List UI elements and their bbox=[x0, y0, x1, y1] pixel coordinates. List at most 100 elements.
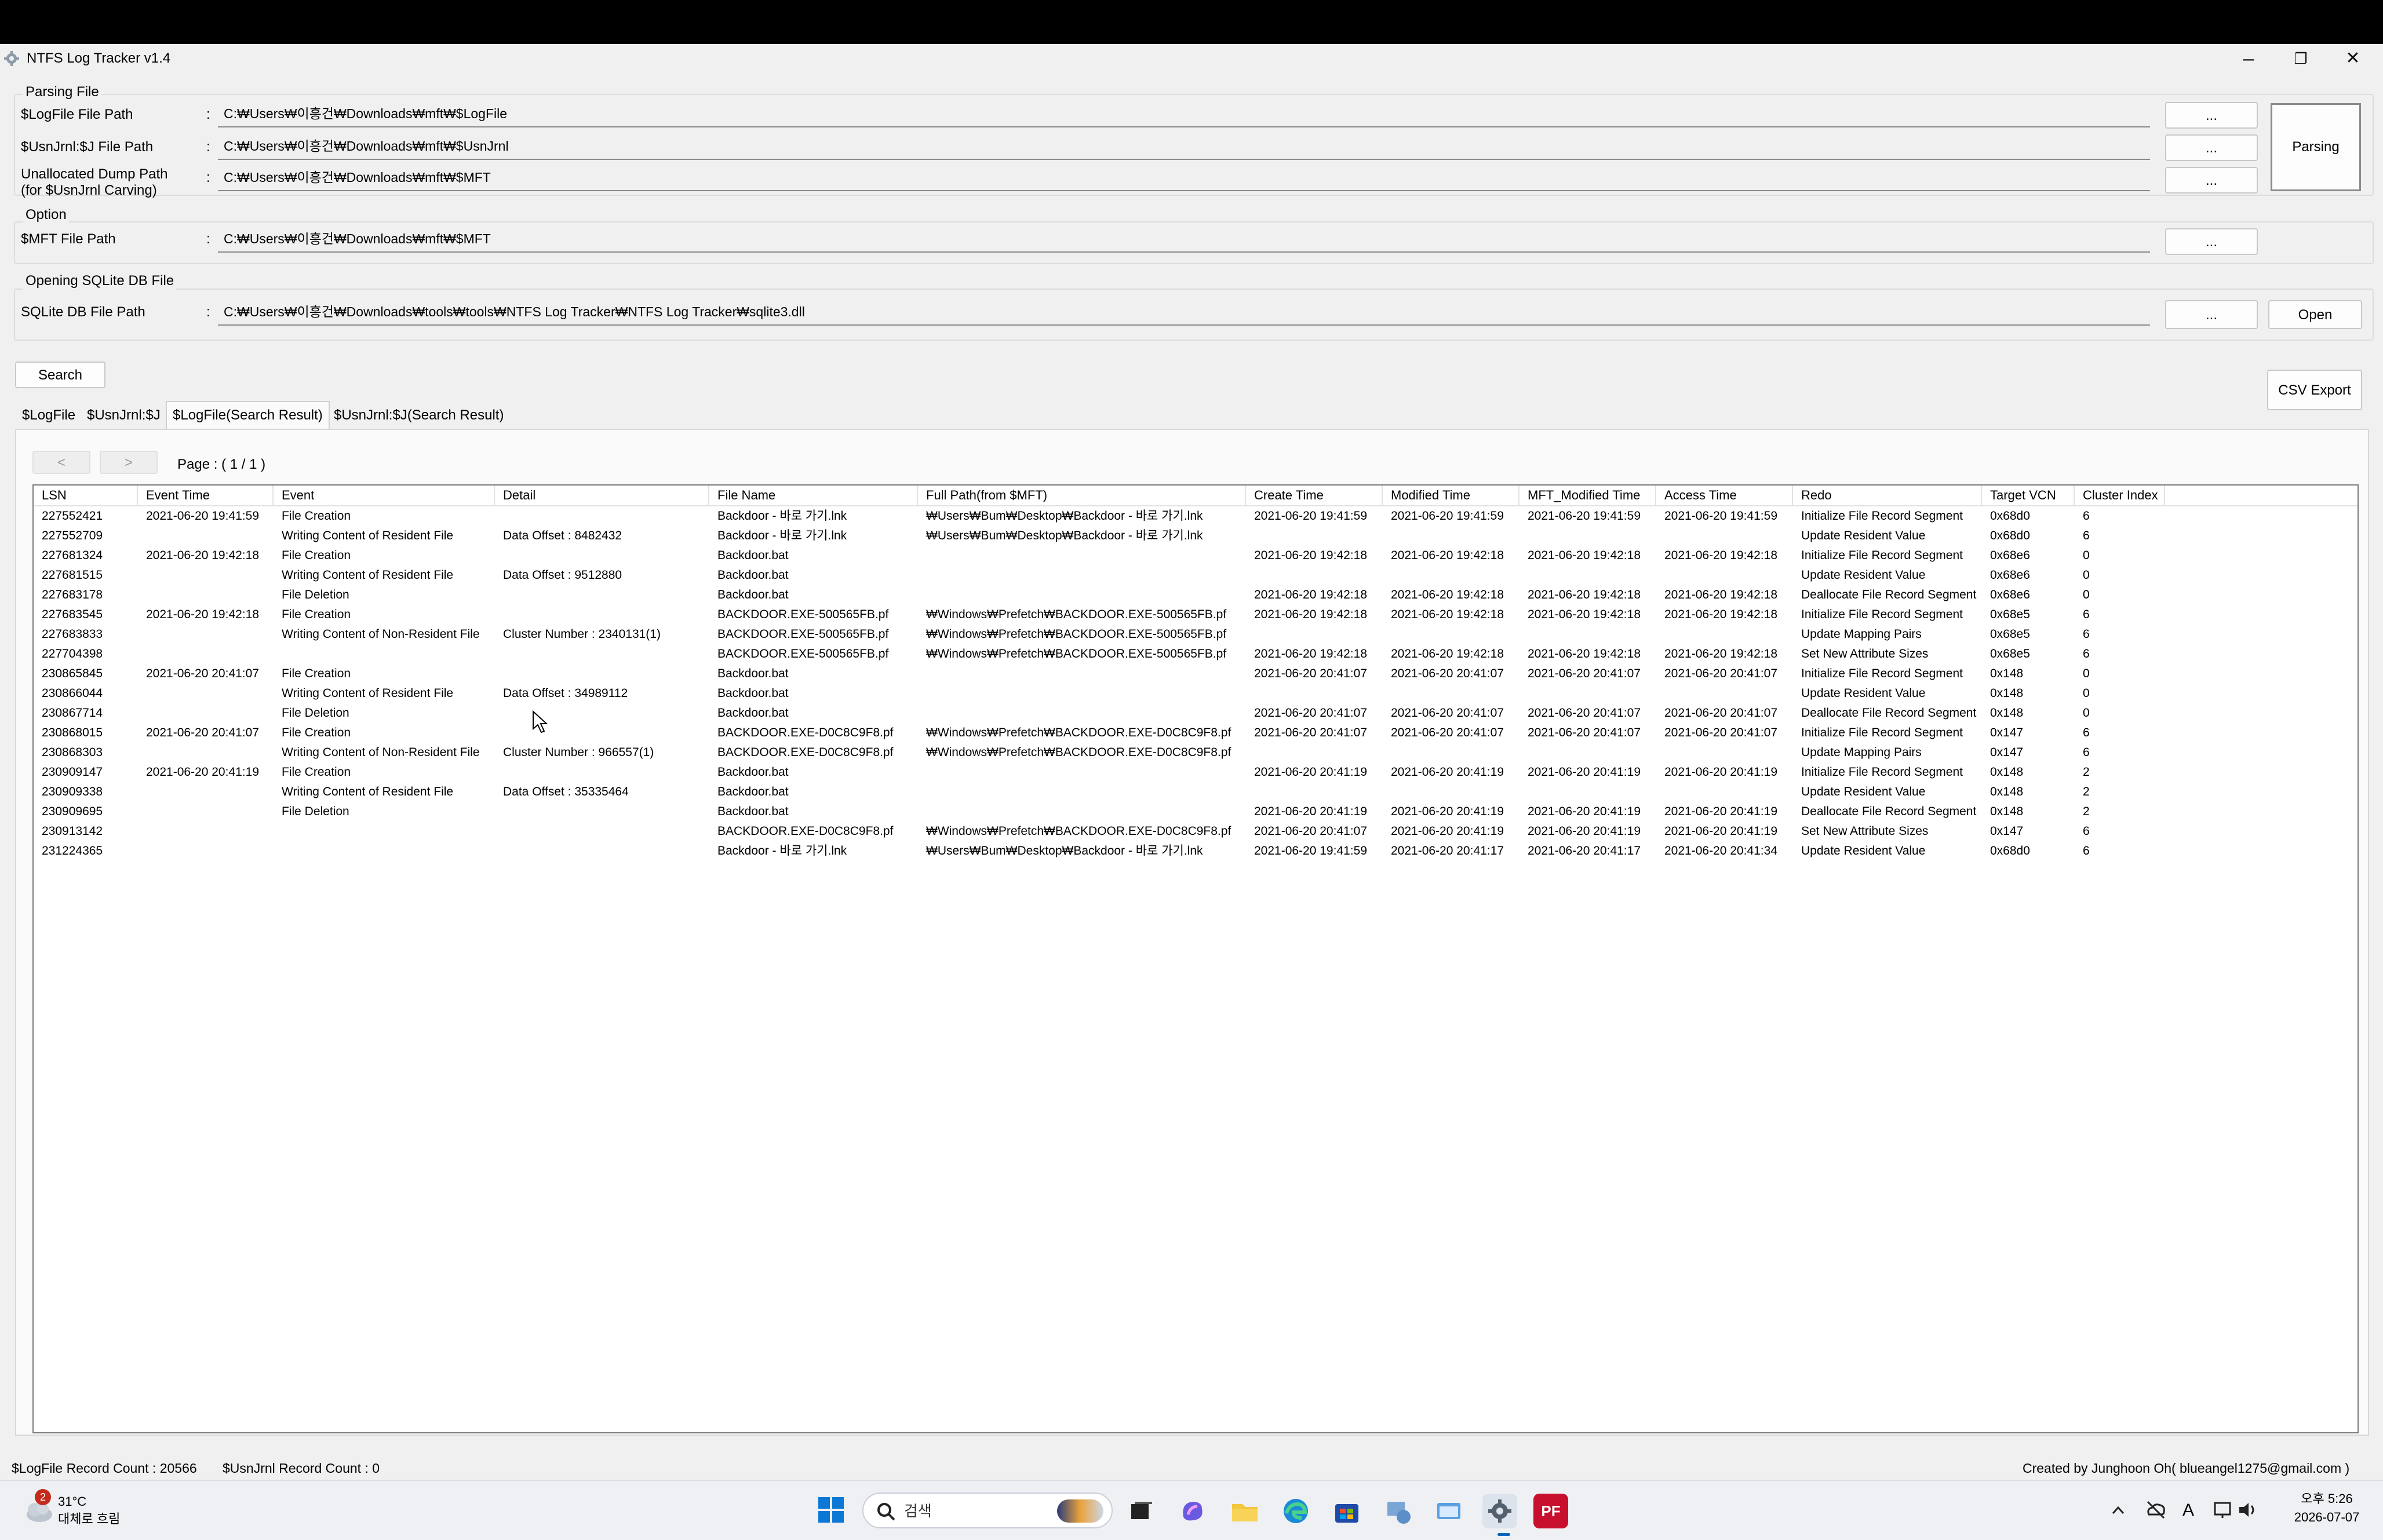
table-row[interactable]: 230865845 2021-06-20 20:41:07 File Creatio… bbox=[34, 664, 2358, 684]
table-row[interactable]: 230909147 2021-06-20 20:41:19 File Creatio… bbox=[34, 762, 2358, 782]
network-icon[interactable] bbox=[2211, 1498, 2235, 1521]
browse-unalloc-button[interactable]: ... bbox=[2165, 167, 2258, 194]
table-row[interactable]: 227704398 BACKDOOR.EXE-500565FB.pf ₩Window… bbox=[34, 644, 2358, 664]
col-header-detail[interactable]: Detail bbox=[495, 486, 709, 505]
tab-logfile-search-result[interactable]: $LogFile(Search Result) bbox=[166, 401, 330, 431]
ime-indicator[interactable]: A bbox=[2182, 1496, 2194, 1525]
cell-full-path bbox=[918, 565, 1254, 585]
unalloc-path-field[interactable]: C:₩Users₩이흥건₩Downloads₩mft₩$MFT bbox=[218, 166, 2150, 191]
cell-file-name: Backdoor - 바로 가기.lnk bbox=[717, 529, 847, 542]
col-header-lsn[interactable]: LSN bbox=[34, 486, 138, 505]
table-row[interactable]: 227683833 Writing Content of Non-Resident… bbox=[34, 625, 2358, 644]
col-header-event[interactable]: Event bbox=[274, 486, 495, 505]
volume-icon[interactable] bbox=[2236, 1498, 2259, 1521]
tab-logfile[interactable]: $LogFile bbox=[16, 402, 81, 429]
chevron-up-icon[interactable] bbox=[2109, 1496, 2127, 1534]
tab-usnjrnl[interactable]: $UsnJrnl:$J bbox=[81, 402, 166, 429]
parsing-button[interactable]: Parsing bbox=[2271, 103, 2361, 191]
browse-logfile-button[interactable]: ... bbox=[2165, 102, 2258, 129]
pdf-viewer-icon[interactable]: PF bbox=[1533, 1494, 1568, 1528]
cell-file-name: BACKDOOR.EXE-D0C8C9F8.pf bbox=[717, 746, 894, 759]
browse-sqlite-button[interactable]: ... bbox=[2165, 300, 2258, 329]
cell-access-time: 2021-06-20 19:42:18 bbox=[1664, 608, 1777, 621]
clock-time[interactable]: 오후 5:26 bbox=[2283, 1490, 2370, 1508]
network-tool-icon[interactable] bbox=[1380, 1494, 1415, 1528]
col-header-file-name[interactable]: File Name bbox=[709, 486, 918, 505]
clock-date[interactable]: 2026-07-07 bbox=[2283, 1509, 2370, 1526]
cell-cluster-index: 6 bbox=[2083, 529, 2090, 542]
cell-lsn: 230909147 bbox=[42, 765, 103, 779]
cell-event-time bbox=[138, 822, 282, 841]
col-header-cluster-index[interactable]: Cluster Index bbox=[2075, 486, 2165, 505]
cell-access-time: 2021-06-20 20:41:34 bbox=[1664, 844, 1777, 857]
usnjrnl-path-field[interactable]: C:₩Users₩이흥건₩Downloads₩mft₩$UsnJrnl bbox=[218, 134, 2150, 160]
maximize-button[interactable]: ❐ bbox=[2278, 44, 2324, 73]
mft-path-field[interactable]: C:₩Users₩이흥건₩Downloads₩mft₩$MFT bbox=[218, 227, 2150, 253]
file-explorer-icon[interactable] bbox=[1227, 1494, 1262, 1528]
col-header-event-time[interactable]: Event Time bbox=[138, 486, 274, 505]
cell-cluster-index: 0 bbox=[2083, 588, 2090, 601]
copilot-icon[interactable] bbox=[1175, 1494, 1210, 1528]
start-windows-icon[interactable] bbox=[815, 1494, 847, 1526]
cell-mft-modified-time: 2021-06-20 20:41:07 bbox=[1528, 706, 1641, 720]
cell-cluster-index: 6 bbox=[2083, 509, 2090, 523]
table-row[interactable]: 227681515 Writing Content of Resident Fil… bbox=[34, 565, 2358, 585]
results-table[interactable]: LSN Event Time Event Detail File Name Fu… bbox=[32, 484, 2359, 1433]
table-row[interactable]: 227683178 File Deletion Backdoor.bat 2021-0… bbox=[34, 585, 2358, 605]
cell-mft-modified-time bbox=[1520, 565, 1664, 585]
cell-file-name: Backdoor.bat bbox=[717, 765, 789, 779]
close-button[interactable]: ✕ bbox=[2330, 44, 2376, 73]
cell-access-time: 2021-06-20 20:41:07 bbox=[1664, 726, 1777, 739]
weather-temperature[interactable]: 31°C bbox=[58, 1494, 86, 1510]
col-header-modified-time[interactable]: Modified Time bbox=[1383, 486, 1520, 505]
cell-create-time: 2021-06-20 19:42:18 bbox=[1254, 588, 1367, 601]
minimize-button[interactable]: – bbox=[2225, 44, 2272, 73]
logfile-path-field[interactable]: C:₩Users₩이흥건₩Downloads₩mft₩$LogFile bbox=[218, 102, 2150, 127]
cell-event-time bbox=[138, 703, 282, 723]
cell-create-time: 2021-06-20 19:42:18 bbox=[1254, 549, 1367, 562]
task-view-icon[interactable] bbox=[1123, 1494, 1158, 1528]
col-header-full-path[interactable]: Full Path(from $MFT) bbox=[918, 486, 1246, 505]
table-row[interactable]: 230866044 Writing Content of Resident Fil… bbox=[34, 684, 2358, 703]
next-page-button[interactable]: > bbox=[100, 451, 158, 474]
open-button[interactable]: Open bbox=[2268, 300, 2362, 329]
table-row[interactable]: 230909695 File Deletion Backdoor.bat 2021-0… bbox=[34, 802, 2358, 822]
taskbar-search-box[interactable]: 검색 bbox=[862, 1492, 1113, 1528]
ntfs-log-tracker-taskbar-icon[interactable] bbox=[1482, 1494, 1517, 1528]
table-row[interactable]: 231224365 Backdoor - 바로 가기.lnk ₩Users₩Bum₩… bbox=[34, 841, 2358, 861]
table-row[interactable]: 230913142 BACKDOOR.EXE-D0C8C9F8.pf ₩Window… bbox=[34, 822, 2358, 841]
cloud-offline-icon[interactable] bbox=[2144, 1498, 2167, 1521]
terminal-window-icon[interactable] bbox=[1431, 1494, 1466, 1528]
browse-usnjrnl-button[interactable]: ... bbox=[2165, 134, 2258, 161]
mft-path-label: $MFT File Path bbox=[21, 231, 116, 247]
table-row[interactable]: 227552709 Writing Content of Resident Fil… bbox=[34, 526, 2358, 546]
col-header-create-time[interactable]: Create Time bbox=[1246, 486, 1383, 505]
cell-mft-modified-time bbox=[1520, 684, 1664, 703]
col-header-access-time[interactable]: Access Time bbox=[1656, 486, 1793, 505]
cell-modified-time: 2021-06-20 20:41:07 bbox=[1391, 726, 1504, 739]
edge-browser-icon[interactable] bbox=[1278, 1494, 1313, 1528]
table-row[interactable]: 230867714 File Deletion Backdoor.bat 2021-0… bbox=[34, 703, 2358, 723]
cell-cluster-index: 6 bbox=[2083, 746, 2090, 759]
table-row[interactable]: 230909338 Writing Content of Resident Fil… bbox=[34, 782, 2358, 802]
col-header-redo[interactable]: Redo bbox=[1793, 486, 1982, 505]
col-header-target-vcn[interactable]: Target VCN bbox=[1982, 486, 2075, 505]
cell-full-path bbox=[918, 684, 1254, 703]
table-row[interactable]: 227681324 2021-06-20 19:42:18 File Creatio… bbox=[34, 546, 2358, 565]
sqlite-path-field[interactable]: C:₩Users₩이흥건₩Downloads₩tools₩tools₩NTFS … bbox=[218, 300, 2150, 326]
table-row[interactable]: 227683545 2021-06-20 19:42:18 File Creatio… bbox=[34, 605, 2358, 625]
search-button[interactable]: Search bbox=[15, 362, 105, 388]
table-row[interactable]: 230868015 2021-06-20 20:41:07 File Creatio… bbox=[34, 723, 2358, 743]
col-header-mft-modified-time[interactable]: MFT_Modified Time bbox=[1520, 486, 1656, 505]
csv-export-button[interactable]: CSV Export bbox=[2267, 370, 2362, 410]
tab-usnjrnl-search-result[interactable]: $UsnJrnl:$J(Search Result) bbox=[328, 402, 509, 429]
table-row[interactable]: 227552421 2021-06-20 19:41:59 File Creatio… bbox=[34, 506, 2358, 526]
table-row[interactable]: 230868303 Writing Content of Non-Resident… bbox=[34, 743, 2358, 762]
browse-mft-button[interactable]: ... bbox=[2165, 228, 2258, 255]
cell-redo: Initialize File Record Segment bbox=[1801, 509, 1963, 523]
cell-mft-modified-time: 2021-06-20 19:41:59 bbox=[1528, 509, 1641, 523]
cell-target-vcn: 0x148 bbox=[1990, 667, 2024, 680]
weather-condition[interactable]: 대체로 흐림 bbox=[58, 1511, 120, 1527]
store-icon[interactable] bbox=[1329, 1494, 1364, 1528]
prev-page-button[interactable]: < bbox=[32, 451, 90, 474]
